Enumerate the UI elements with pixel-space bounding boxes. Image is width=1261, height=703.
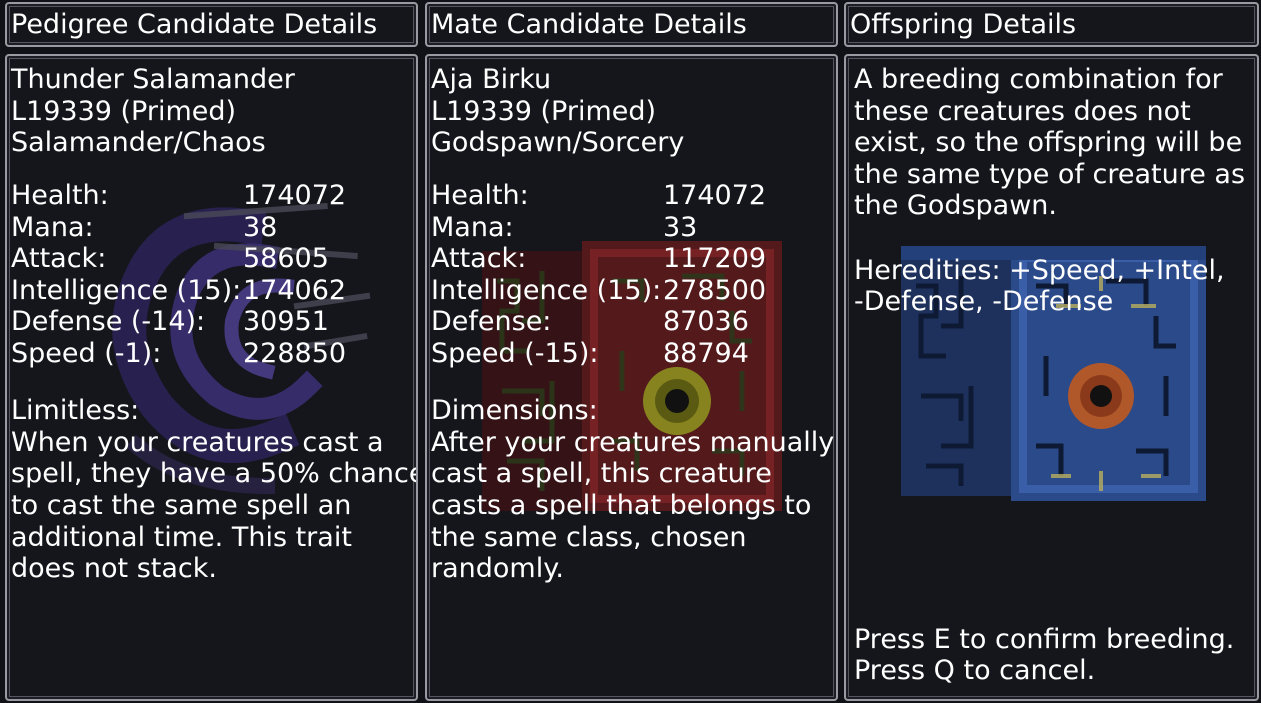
stat-value: 88794: [663, 337, 749, 369]
pedigree-panel-title: Pedigree Candidate Details: [11, 9, 378, 40]
trait-description-line: When your creatures cast a: [11, 427, 384, 458]
pedigree-types: Salamander/Chaos: [11, 127, 266, 158]
pedigree-trait-name: Limitless:: [11, 395, 140, 426]
stat-label: Defense:: [431, 306, 552, 338]
offspring-panel: A breeding combination for these creatur…: [844, 54, 1259, 701]
cancel-hint: Press Q to cancel.: [854, 655, 1096, 686]
trait-description-line: does not stack.: [11, 553, 217, 584]
stat-label: Speed (-15):: [431, 337, 599, 369]
offspring-description-line: exist, so the offspring will be: [854, 127, 1243, 158]
stat-value: 58605: [243, 243, 329, 275]
mate-panel: Aja Birku L19339 (Primed) Godspawn/Sorce…: [425, 54, 838, 701]
mate-level: L19339 (Primed): [431, 96, 657, 127]
trait-description-line: to cast the same spell an: [11, 490, 352, 521]
trait-description-line: randomly.: [431, 553, 564, 584]
stat-value: 117209: [663, 243, 767, 275]
stat-label: Mana:: [431, 211, 514, 243]
stat-value: 174062: [243, 274, 347, 306]
heredities-line: -Defense, -Defense: [854, 286, 1114, 317]
stat-value: 33: [663, 211, 698, 243]
stat-label: Intelligence (15):: [431, 274, 662, 306]
stat-label: Defense (-14):: [11, 306, 206, 338]
offspring-panel-title: Offspring Details: [850, 9, 1077, 40]
mate-creature-name: Aja Birku: [431, 64, 552, 95]
stat-label: Health:: [431, 180, 529, 211]
trait-description-line: additional time. This trait: [11, 522, 352, 553]
mate-title-bar: Mate Candidate Details: [425, 2, 838, 47]
confirm-breeding-hint: Press E to confirm breeding.: [854, 624, 1235, 655]
offspring-description-line: A breeding combination for: [854, 64, 1223, 95]
offspring-description-line: these creatures does not: [854, 96, 1191, 127]
trait-description-line: cast a spell, this creature: [431, 458, 772, 489]
offspring-title-bar: Offspring Details: [844, 2, 1259, 47]
trait-description-line: spell, they have a 50% chance: [11, 458, 418, 489]
mate-trait-name: Dimensions:: [431, 395, 598, 426]
stat-value: 38: [243, 211, 278, 243]
stat-value: 174072: [243, 180, 347, 211]
pedigree-title-bar: Pedigree Candidate Details: [5, 2, 418, 47]
mate-panel-title: Mate Candidate Details: [431, 9, 747, 40]
trait-description-line: casts a spell that belongs to: [431, 490, 812, 521]
stat-label: Attack:: [11, 243, 107, 275]
stat-label: Attack:: [431, 243, 527, 275]
trait-description-line: After your creatures manually: [431, 427, 835, 458]
offspring-description-line: the same type of creature as: [854, 159, 1246, 190]
heredities-line: Heredities: +Speed, +Intel,: [854, 255, 1225, 286]
stat-value: 87036: [663, 306, 749, 338]
stat-label: Mana:: [11, 211, 94, 243]
pedigree-level: L19339 (Primed): [11, 96, 237, 127]
stat-label: Speed (-1):: [11, 337, 162, 369]
pedigree-panel: Thunder Salamander L19339 (Primed) Salam…: [5, 54, 418, 701]
mate-types: Godspawn/Sorcery: [431, 127, 685, 158]
stat-label: Intelligence (15):: [11, 274, 242, 306]
trait-description-line: the same class, chosen: [431, 522, 747, 553]
stat-value: 30951: [243, 306, 329, 338]
stat-value: 174072: [663, 180, 767, 211]
stat-label: Health:: [11, 180, 109, 211]
stat-value: 278500: [663, 274, 767, 306]
stat-value: 228850: [243, 337, 347, 369]
pedigree-creature-name: Thunder Salamander: [11, 64, 295, 95]
offspring-description-line: the Godspawn.: [854, 190, 1058, 221]
